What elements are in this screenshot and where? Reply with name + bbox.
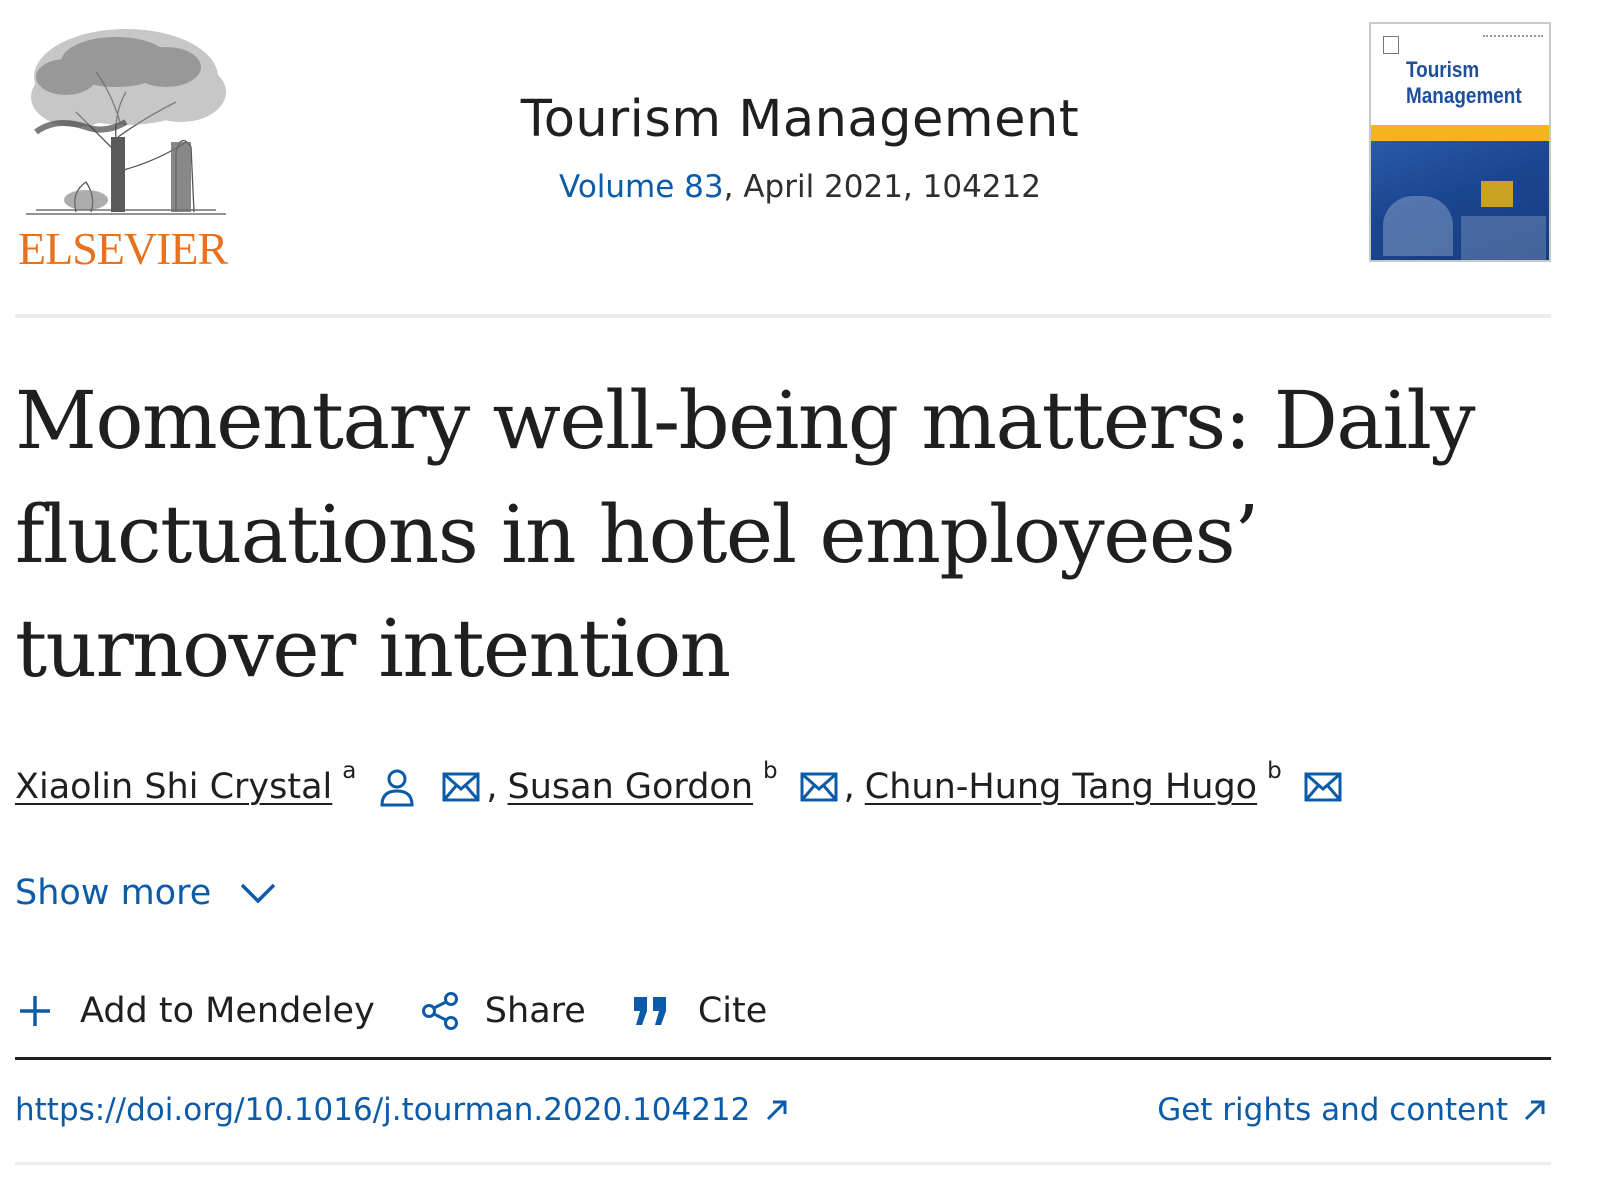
email-icon[interactable]	[442, 772, 480, 802]
journal-cover-thumbnail[interactable]: Tourism Management	[1369, 22, 1551, 262]
header-divider	[15, 314, 1551, 318]
person-icon[interactable]	[378, 767, 416, 807]
author-separator: ,	[486, 767, 498, 807]
journal-header: Tourism Management Volume 83, April 2021…	[0, 90, 1600, 205]
add-to-mendeley-button[interactable]: Add to Mendeley	[18, 991, 375, 1031]
cite-button[interactable]: Cite	[632, 991, 767, 1031]
volume-link[interactable]: Volume 83	[559, 169, 724, 205]
plus-icon	[20, 996, 50, 1026]
article-title: Momentary well-being matters: Daily fluc…	[15, 374, 1476, 695]
cover-photo	[1371, 141, 1549, 260]
author-list: Xiaolin Shi Crystal a , Susan Gordon b ,…	[15, 758, 1342, 812]
author-name[interactable]: Susan Gordon	[508, 767, 754, 807]
issue-details: , April 2021, 104212	[723, 169, 1041, 205]
doi-link[interactable]: https://doi.org/10.1016/j.tourman.2020.1…	[15, 1092, 790, 1128]
journal-issue-info: Volume 83, April 2021, 104212	[0, 169, 1600, 205]
author-affiliation[interactable]: b	[1267, 758, 1282, 784]
cover-band	[1371, 125, 1549, 141]
elsevier-wordmark: ELSEVIER	[18, 223, 228, 274]
quote-icon	[633, 997, 666, 1025]
cover-publisher-mark	[1383, 36, 1399, 54]
article-toolbar: Add to Mendeley Share Cite	[18, 986, 813, 1036]
author-affiliation[interactable]: b	[763, 758, 778, 784]
author-name[interactable]: Xiaolin Shi Crystal	[15, 767, 332, 807]
email-icon[interactable]	[1304, 772, 1342, 802]
cite-label: Cite	[697, 991, 768, 1031]
journal-title[interactable]: Tourism Management	[0, 90, 1600, 149]
author-affiliation[interactable]: a	[342, 758, 356, 784]
email-icon[interactable]	[800, 772, 838, 802]
doi-link-text: https://doi.org/10.1016/j.tourman.2020.1…	[15, 1092, 751, 1128]
chevron-down-icon	[240, 883, 276, 904]
cover-title-line2: Management	[1406, 83, 1522, 108]
share-label: Share	[484, 991, 586, 1031]
external-link-icon	[764, 1097, 790, 1123]
get-rights-link[interactable]: Get rights and content	[1157, 1092, 1548, 1128]
add-to-mendeley-label: Add to Mendeley	[80, 991, 375, 1031]
share-icon	[421, 992, 458, 1030]
show-more-label: Show more	[15, 873, 212, 913]
footer-divider	[15, 1162, 1551, 1165]
get-rights-text: Get rights and content	[1157, 1092, 1508, 1128]
author-name[interactable]: Chun-Hung Tang Hugo	[865, 767, 1257, 807]
toolbar-divider	[15, 1057, 1551, 1060]
cover-top-text	[1483, 35, 1543, 38]
share-button[interactable]: Share	[421, 991, 586, 1031]
cover-title: Tourism Management	[1406, 57, 1522, 109]
external-link-icon	[1522, 1097, 1548, 1123]
author-separator: ,	[843, 767, 855, 807]
show-more-button[interactable]: Show more	[15, 873, 277, 913]
cover-title-line1: Tourism	[1406, 57, 1480, 82]
